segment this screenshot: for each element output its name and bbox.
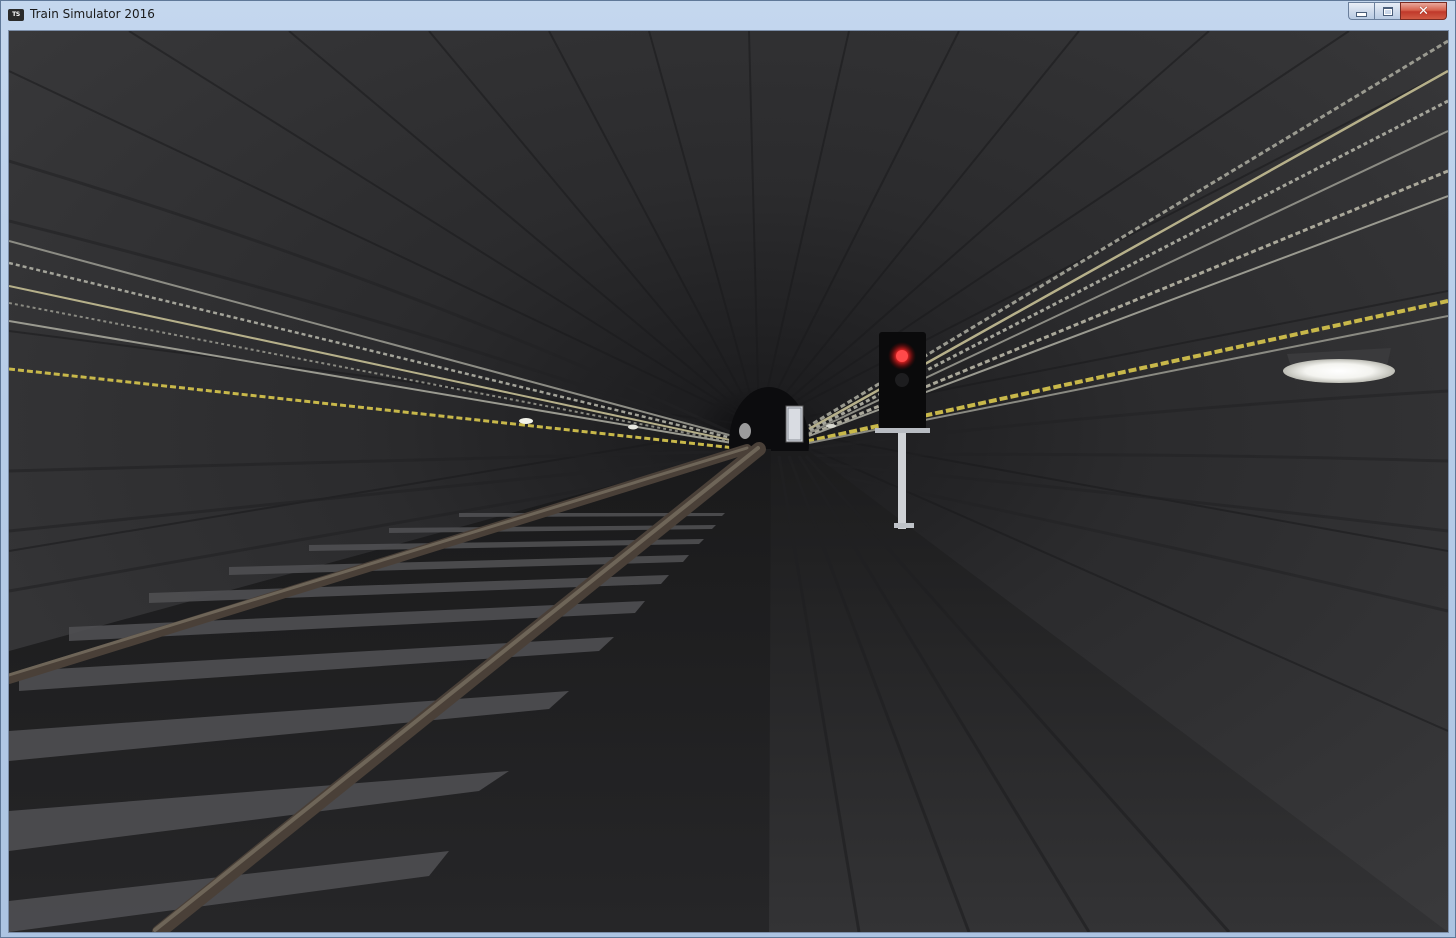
caption-buttons: ✕ [1348, 2, 1447, 21]
game-viewport[interactable] [8, 30, 1449, 933]
app-icon[interactable]: TS [8, 9, 24, 21]
tunnel-scene [9, 31, 1448, 932]
wall-light [519, 418, 533, 424]
distant-door [785, 405, 804, 443]
minimize-button[interactable] [1348, 2, 1374, 20]
maximize-icon [1382, 6, 1393, 16]
title-bar[interactable]: TS Train Simulator 2016 ✕ [1, 1, 1455, 30]
application-window: TS Train Simulator 2016 ✕ [0, 0, 1456, 938]
close-icon: ✕ [1418, 3, 1429, 19]
wall-light [826, 424, 836, 428]
minimize-icon [1356, 12, 1367, 17]
close-button[interactable]: ✕ [1400, 2, 1447, 20]
maximize-button[interactable] [1374, 2, 1400, 20]
wall-light [628, 424, 638, 430]
window-title: Train Simulator 2016 [30, 7, 155, 21]
